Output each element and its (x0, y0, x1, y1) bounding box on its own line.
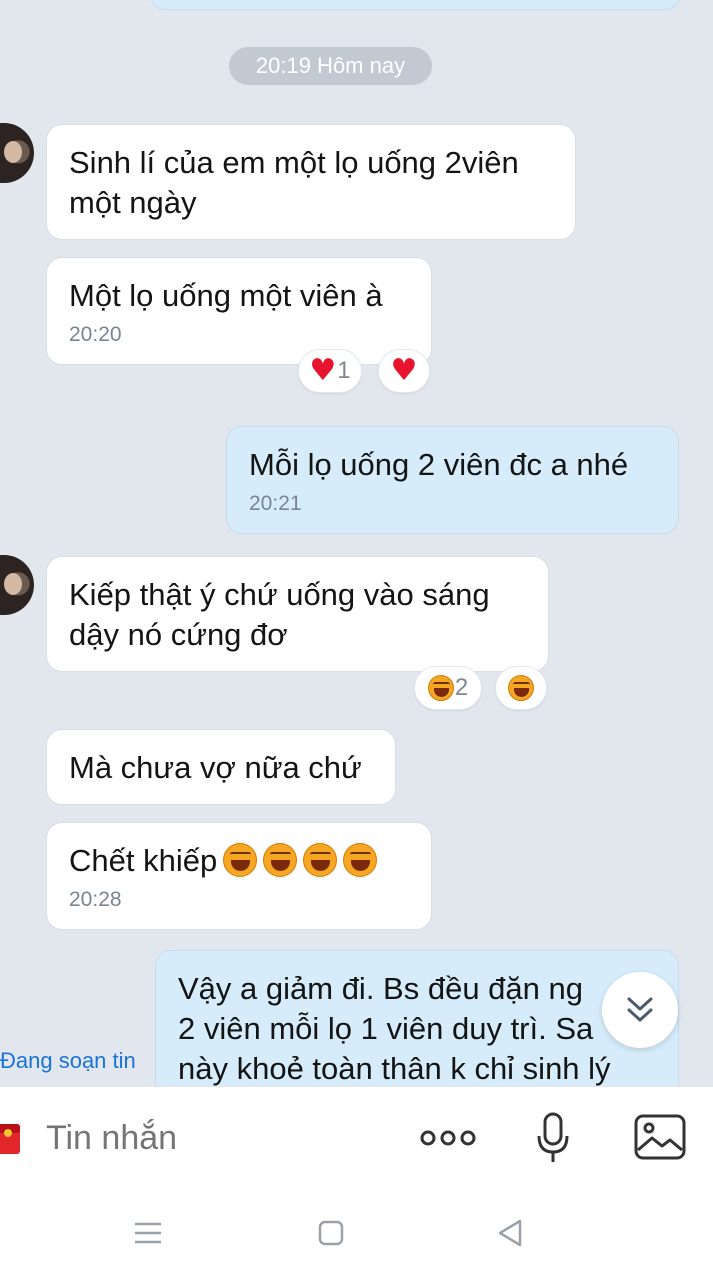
scroll-down-icon (627, 997, 653, 1022)
message-input[interactable] (46, 1117, 376, 1159)
sticker-icon[interactable] (0, 1118, 24, 1156)
laugh-crying-icon (223, 843, 258, 877)
heart-icon: ♥ (390, 353, 418, 388)
contact-avatar[interactable] (0, 123, 34, 183)
message-text-line: Vậy a giảm đi. Bs đều đặn ng (178, 971, 583, 1006)
date-divider: 20:19 Hôm nay (229, 47, 432, 85)
mic-icon[interactable] (536, 1112, 570, 1164)
laugh-crying-icon (343, 843, 378, 877)
nav-menu-icon[interactable] (134, 1220, 162, 1246)
image-icon[interactable] (634, 1114, 686, 1160)
reaction-count: 2 (454, 674, 469, 701)
reaction-summary[interactable]: 2 (414, 666, 482, 710)
message-text-line: này khoẻ toàn thân k chỉ sinh lý (178, 1051, 611, 1086)
laugh-crying-icon (427, 675, 454, 701)
nav-back-icon[interactable] (496, 1218, 524, 1248)
message-bubble-outgoing[interactable]: Vậy a giảm đi. Bs đều đặn ng 2 viên mỗi … (155, 950, 679, 1086)
message-time: 20:28 (69, 888, 122, 911)
contact-avatar[interactable] (0, 555, 34, 615)
message-text: Một lọ uống một viên à (69, 278, 383, 313)
message-text-line: 2 viên mỗi lọ 1 viên duy trì. Sa (178, 1011, 594, 1046)
message-bubble-incoming[interactable]: Một lọ uống một viên à 20:20 (46, 257, 432, 365)
message-text: Mỗi lọ uống 2 viên đc a nhé (249, 447, 629, 482)
laugh-crying-icon (263, 843, 298, 877)
message-text: Chết khiếp (69, 843, 218, 878)
message-text: Mà chưa vợ nữa chứ (69, 750, 362, 785)
system-navigation-bar (0, 1188, 713, 1280)
reaction-count: 1 (337, 357, 351, 384)
chat-area[interactable]: 20:19 Hôm nay Sinh lí của em một lọ uống… (0, 0, 713, 1086)
react-button[interactable] (495, 666, 547, 710)
message-composer (0, 1086, 713, 1188)
message-time: 20:21 (249, 492, 302, 515)
heart-icon: ♥ (309, 353, 337, 388)
message-bubble-incoming[interactable]: Kiếp thật ý chứ uống vào sáng dậy nó cứn… (46, 556, 549, 672)
message-bubble-incoming[interactable]: Chết khiếp 20:28 (46, 822, 432, 930)
message-time: 20:20 (69, 323, 122, 346)
laugh-crying-icon (303, 843, 338, 877)
reaction-summary[interactable]: ♥ 1 (298, 349, 362, 393)
message-text: Kiếp thật ý chứ uống vào sáng dậy nó cứn… (69, 577, 490, 652)
nav-home-icon[interactable] (318, 1220, 344, 1246)
typing-indicator: Đang soạn tin (0, 1041, 146, 1081)
react-button[interactable]: ♥ (378, 349, 430, 393)
message-text: Sinh lí của em một lọ uống 2viên một ngà… (69, 145, 519, 220)
more-icon[interactable] (418, 1125, 478, 1151)
message-bubble-incoming[interactable]: Sinh lí của em một lọ uống 2viên một ngà… (46, 124, 576, 240)
message-bubble-outgoing[interactable]: Mỗi lọ uống 2 viên đc a nhé 20:21 (226, 426, 679, 534)
previous-message-bubble (150, 0, 680, 10)
message-bubble-incoming[interactable]: Mà chưa vợ nữa chứ (46, 729, 396, 805)
laugh-crying-icon (508, 675, 534, 701)
scroll-to-bottom-button[interactable] (602, 972, 678, 1048)
